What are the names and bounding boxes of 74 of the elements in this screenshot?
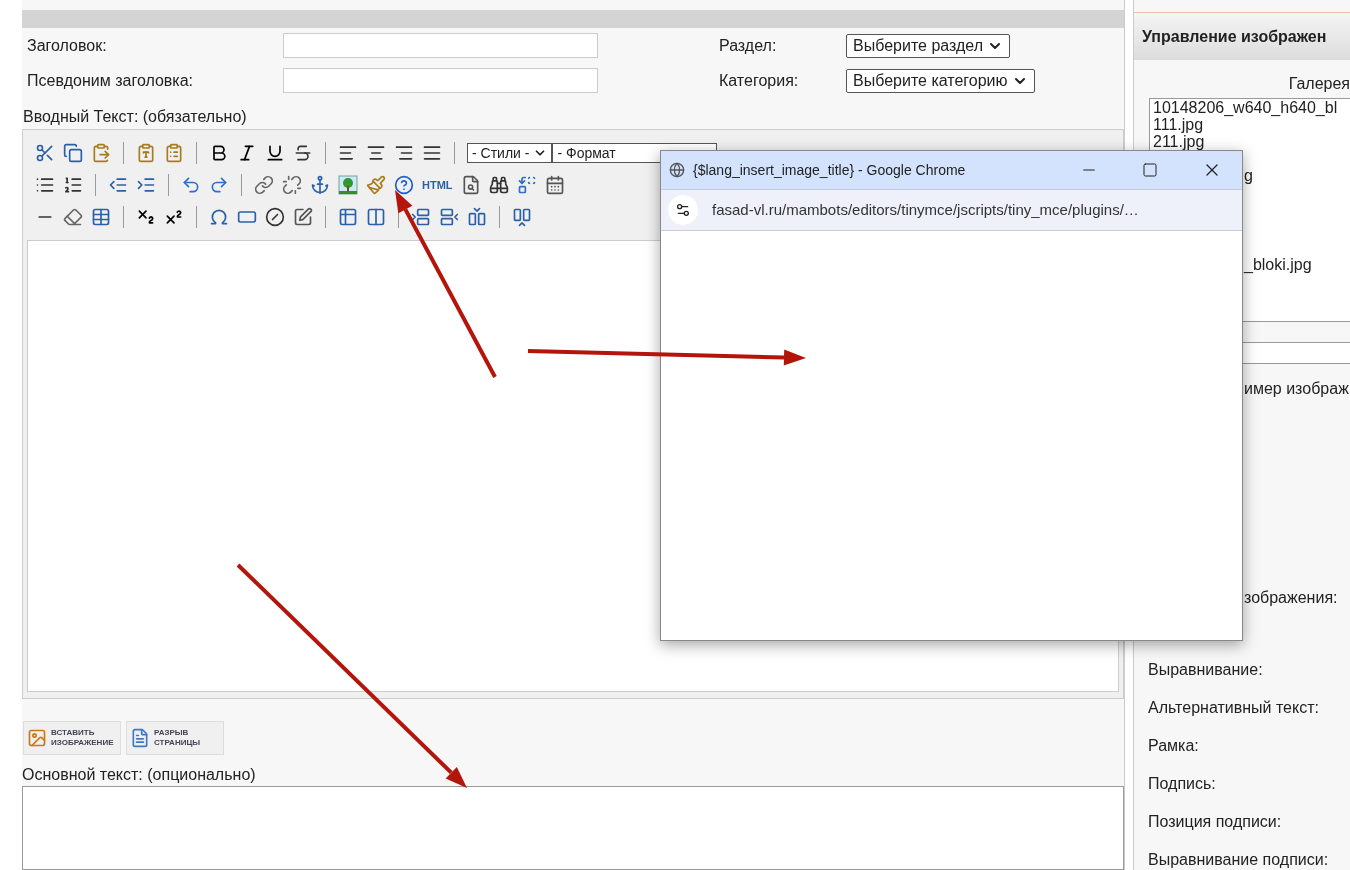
edit-icon[interactable] (293, 207, 313, 227)
insert-row-before-icon[interactable] (411, 207, 431, 227)
page-icon (130, 728, 150, 748)
strikethrough-icon[interactable] (293, 143, 313, 163)
property-label: Выравнивание: (1148, 660, 1264, 680)
omega-icon[interactable] (209, 207, 229, 227)
preview-label: имер изображ (1243, 379, 1350, 399)
undo-icon[interactable] (181, 175, 201, 195)
help-icon[interactable] (394, 175, 414, 195)
insert-column-icon[interactable] (467, 207, 487, 227)
redo-icon[interactable] (209, 175, 229, 195)
globe-icon (669, 162, 685, 178)
intro-text-label: Вводный Текст: (обязательно) (22, 107, 248, 127)
text-input[interactable] (283, 68, 598, 93)
outdent-icon[interactable] (108, 175, 128, 195)
popup-title: {$lang_insert_image_title} - Google Chrome (693, 160, 967, 180)
site-settings-icon[interactable] (675, 202, 691, 218)
dropdown-select[interactable]: Выберите категорию (846, 68, 1035, 93)
indent-icon[interactable] (136, 175, 156, 195)
main-text-label: Основной текст: (опционально) (22, 765, 257, 785)
popup-url: fasad-vl.ru/mambots/editors/tinymce/jscripts/tiny_mce/plugins/… (712, 199, 1139, 220)
replace-icon[interactable] (516, 175, 537, 195)
styles-select[interactable]: - Стили - (467, 143, 553, 163)
property-label: Позиция подписи: (1148, 812, 1283, 832)
main-text-editor[interactable] (22, 786, 1124, 870)
image-icon (27, 728, 47, 748)
copy-icon[interactable] (63, 143, 83, 163)
table-column-icon[interactable] (366, 207, 386, 227)
field-label: Псевдоним заголовка: (27, 70, 195, 91)
align-left-icon[interactable] (338, 143, 358, 163)
underline-icon[interactable] (265, 143, 285, 163)
panel-title: Управление изображен (1142, 26, 1327, 47)
align-justify-icon[interactable] (422, 143, 442, 163)
gallery-label: Галерея (1288, 74, 1350, 94)
select-label: Раздел: (719, 35, 778, 56)
paste-icon[interactable] (91, 143, 111, 163)
numbered-list-icon[interactable] (63, 175, 83, 195)
property-label: Рамка: (1148, 736, 1200, 756)
maximize-icon[interactable] (1142, 162, 1158, 178)
superscript-icon[interactable] (164, 207, 184, 227)
paste-word-icon[interactable] (164, 143, 184, 163)
text-input[interactable] (283, 33, 598, 58)
table-icon[interactable] (91, 207, 111, 227)
editor-insert-button[interactable]: РАЗРЫВ СТРАНИЦЫ (126, 721, 224, 755)
insert-row-after-icon[interactable] (439, 207, 459, 227)
italic-icon[interactable] (237, 143, 257, 163)
property-label: Альтернативный текст: (1148, 698, 1320, 718)
table-row-icon[interactable] (338, 207, 358, 227)
property-label: Выравнивание подписи: (1148, 850, 1330, 870)
html-button[interactable]: HTML (422, 176, 453, 194)
paste-text-icon[interactable] (136, 143, 156, 163)
select-label: Категория: (719, 70, 800, 91)
bullet-list-icon[interactable] (35, 175, 55, 195)
size-label: зображения: (1243, 588, 1339, 608)
align-center-icon[interactable] (366, 143, 386, 163)
insert-column-after-icon[interactable] (512, 207, 532, 227)
editor-insert-button[interactable]: ВСТАВИТЬ ИЗОБРАЖЕНИЕ (23, 721, 121, 755)
file-item[interactable]: 111.jpg (1153, 116, 1350, 133)
field-label: Заголовок: (27, 35, 108, 56)
subscript-icon[interactable] (136, 207, 156, 227)
tree-picture-icon[interactable] (338, 175, 358, 195)
file-item[interactable]: 10148206_w640_h640_bl (1153, 99, 1350, 116)
scissors-icon[interactable] (35, 143, 55, 163)
dropdown-select[interactable]: Выберите раздел (846, 33, 1011, 58)
align-right-icon[interactable] (394, 143, 414, 163)
binoculars-icon[interactable] (488, 175, 509, 195)
property-label: Подпись: (1148, 774, 1217, 794)
anchor-icon[interactable] (310, 175, 330, 195)
unlink-icon[interactable] (282, 175, 302, 195)
eraser-icon[interactable] (63, 207, 83, 227)
file-item[interactable]: 211.jpg (1153, 133, 1350, 150)
brush-icon[interactable] (366, 175, 386, 195)
link-icon[interactable] (254, 175, 274, 195)
calendar-icon[interactable] (544, 175, 565, 195)
